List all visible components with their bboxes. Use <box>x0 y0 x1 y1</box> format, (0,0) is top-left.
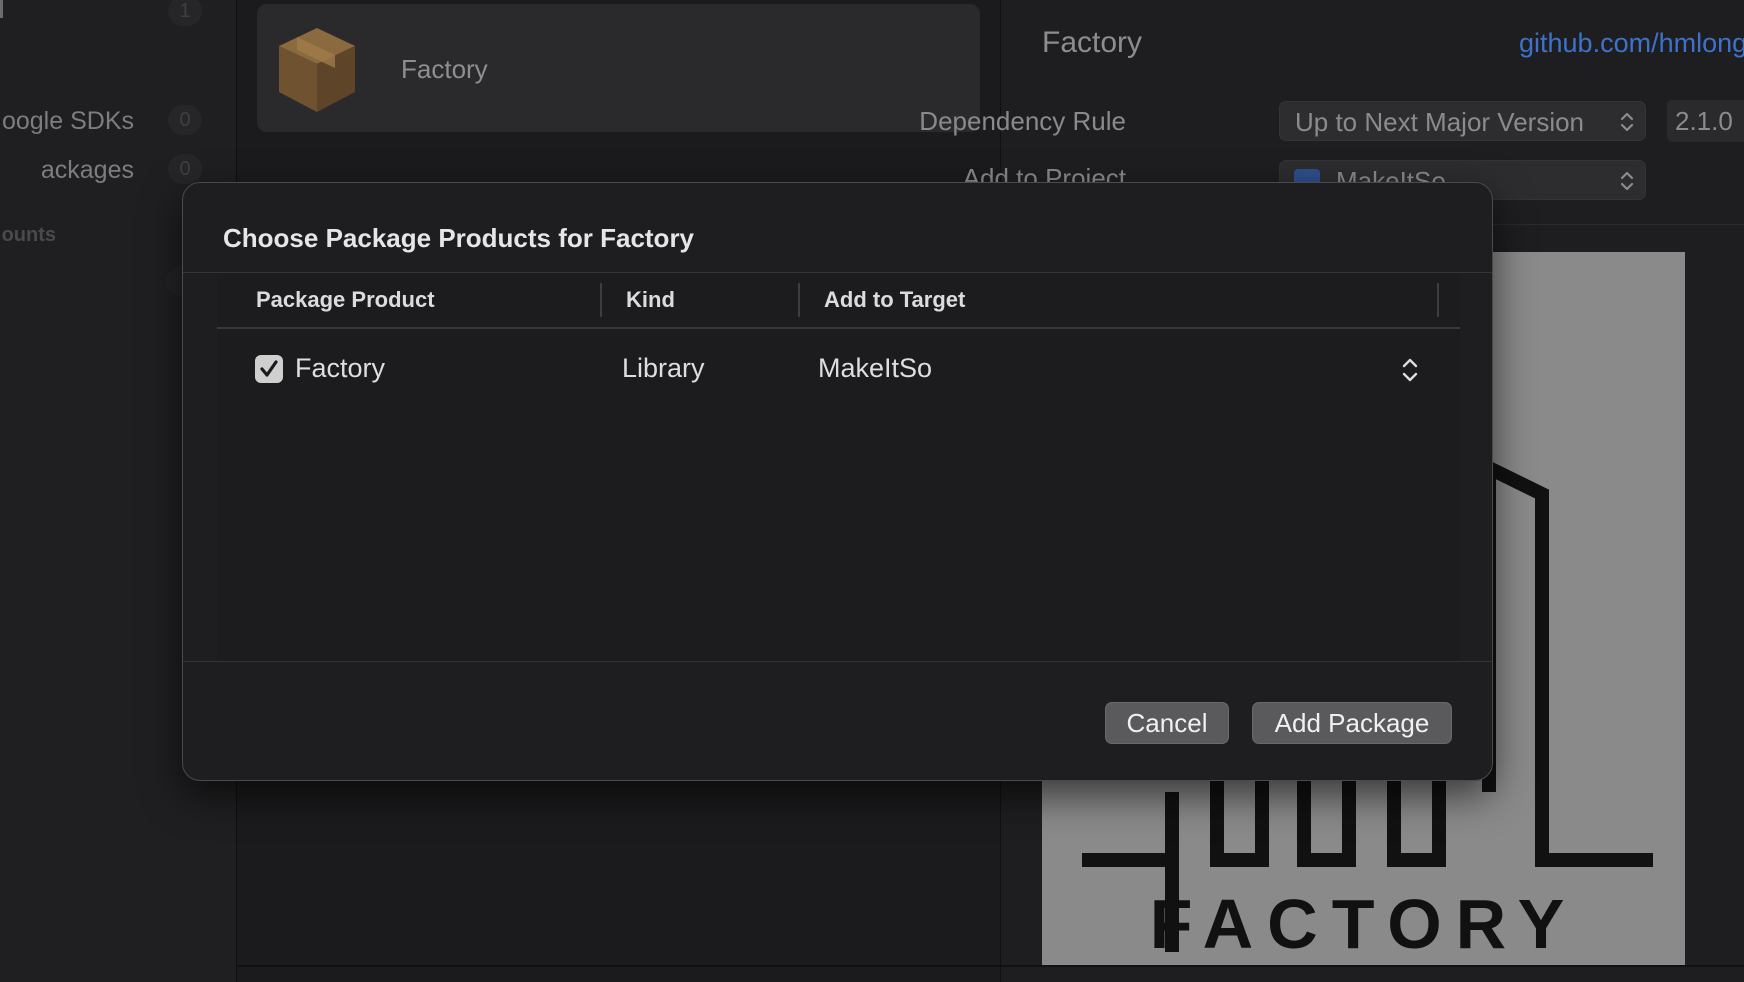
xcode-window: 1 oogle SDKs 0 ackages 0 ounts Factory F… <box>0 0 1744 982</box>
package-box-icon <box>279 28 355 112</box>
column-separator[interactable] <box>1437 283 1439 317</box>
sidebar-item-count: 1 <box>168 0 202 26</box>
target-select-value[interactable]: MakeItSo <box>818 353 932 384</box>
dependency-rule-select[interactable]: Up to Next Major Version <box>1279 101 1646 141</box>
column-separator[interactable] <box>600 283 602 317</box>
package-name: Factory <box>401 54 488 84</box>
column-header-kind[interactable]: Kind <box>626 287 675 313</box>
dependency-rule-value: Up to Next Major Version <box>1295 107 1585 137</box>
logo-wordmark: FACTORY <box>1150 885 1579 963</box>
repository-link[interactable]: github.com/hmlong <box>1519 28 1744 59</box>
sidebar-item-count: 0 <box>168 105 202 135</box>
column-header-package-product[interactable]: Package Product <box>256 287 435 313</box>
header-divider <box>217 327 1460 329</box>
chevron-up-down-icon[interactable] <box>1399 355 1421 385</box>
package-title: Factory <box>1042 26 1143 59</box>
bottom-divider <box>236 965 1744 967</box>
package-list-item[interactable]: Factory <box>257 4 980 132</box>
chevron-up-down-icon <box>1620 112 1634 132</box>
sidebar-section-header: ounts <box>1 224 56 246</box>
product-name: Factory <box>295 353 386 383</box>
dependency-rule-label: Dependency Rule <box>919 106 1126 136</box>
column-separator[interactable] <box>798 283 800 317</box>
product-kind: Library <box>622 353 705 383</box>
sidebar-item-label: oogle SDKs <box>1 107 134 135</box>
footer-divider <box>183 661 1492 662</box>
column-header-add-to-target[interactable]: Add to Target <box>824 287 965 313</box>
sidebar-item-label: ackages <box>40 156 134 184</box>
checkmark-icon <box>260 360 278 377</box>
dialog-title: Choose Package Products for Factory <box>223 223 695 253</box>
sidebar-item-count: 0 <box>168 154 202 184</box>
choose-package-products-dialog: Choose Package Products for Factory Pack… <box>182 182 1493 781</box>
products-table <box>217 273 1460 661</box>
sidebar-item-google-sdks[interactable]: oogle SDKs 0 <box>0 105 236 139</box>
add-package-button[interactable]: Add Package <box>1252 702 1452 744</box>
product-checkbox[interactable] <box>255 355 283 383</box>
cancel-button[interactable]: Cancel <box>1105 702 1229 744</box>
sidebar-item-top[interactable]: 1 <box>0 0 236 30</box>
chevron-up-down-icon <box>1620 171 1634 191</box>
version-field[interactable]: 2.1.0 <box>1667 100 1744 142</box>
